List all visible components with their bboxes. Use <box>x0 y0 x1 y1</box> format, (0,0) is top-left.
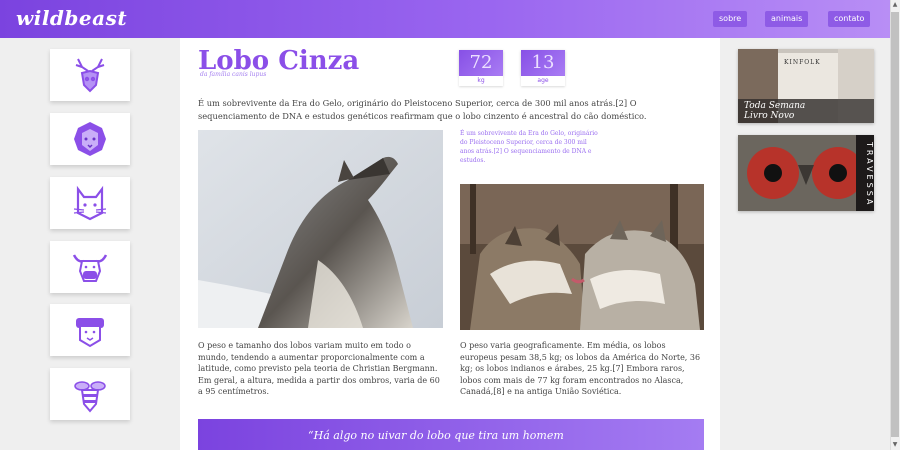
page-subtitle: da família canis lupus <box>200 71 267 78</box>
animal-sidebar <box>0 38 180 450</box>
scrollbar[interactable]: ▲ ▼ <box>890 0 900 450</box>
sidebar-item-bull[interactable] <box>50 241 130 293</box>
site-logo[interactable]: wildbeast <box>16 6 127 30</box>
sidebar-item-bee[interactable] <box>50 368 130 420</box>
sidenote: É um sobrevivente da Era do Gelo, origin… <box>460 130 598 164</box>
ad-kinfolk-caption-line2: Livro Novo <box>744 111 795 121</box>
ad-sidebar: KINFOLK Toda Semana Livro Novo TRAVESSA <box>720 38 890 450</box>
stat-age-value: 13 <box>521 50 565 76</box>
ad-travessa-label: TRAVESSA <box>856 135 874 211</box>
deer-icon <box>75 58 105 93</box>
stat-weight-unit: kg <box>459 76 503 86</box>
scrollbar-thumb[interactable] <box>891 12 899 437</box>
ad-kinfolk-caption-line1: Toda Semana <box>744 101 806 111</box>
top-header: wildbeast sobre animais contato <box>0 0 890 38</box>
bee-icon <box>74 381 106 413</box>
sidebar-item-lion[interactable] <box>50 113 130 165</box>
paragraph-left: O peso e tamanho dos lobos variam muito … <box>198 341 440 396</box>
stat-age: 13 age <box>521 50 565 86</box>
paragraph-right: O peso varia geograficamente. Em média, … <box>460 341 701 396</box>
bull-icon <box>72 254 108 282</box>
stat-weight: 72 kg <box>459 50 503 86</box>
quote-text: “Há algo no uivar do lobo que tira um ho… <box>308 429 564 442</box>
intro-paragraph: É um sobrevivente da Era do Gelo, origin… <box>198 98 647 121</box>
stat-weight-value: 72 <box>459 50 503 76</box>
lion-icon <box>74 122 106 156</box>
ad-kinfolk[interactable]: KINFOLK Toda Semana Livro Novo <box>738 49 874 123</box>
sidebar-item-sheep[interactable] <box>50 304 130 356</box>
ad-travessa[interactable]: TRAVESSA <box>738 135 874 211</box>
nav-sobre[interactable]: sobre <box>713 11 748 27</box>
wolf-howling-photo <box>198 130 443 328</box>
two-wolves-photo <box>460 184 704 330</box>
sidebar-item-deer[interactable] <box>50 49 130 101</box>
scroll-up-arrow-icon[interactable]: ▲ <box>891 0 899 10</box>
stat-age-unit: age <box>521 76 565 86</box>
ad-kinfolk-caption: Toda Semana Livro Novo <box>744 101 805 121</box>
sidebar-item-cat[interactable] <box>50 177 130 229</box>
cat-icon <box>73 185 107 221</box>
scroll-down-arrow-icon[interactable]: ▼ <box>891 440 899 450</box>
nav-contato[interactable]: contato <box>828 11 871 27</box>
nav-animais[interactable]: animais <box>765 11 809 27</box>
ad-kinfolk-brand: KINFOLK <box>784 59 821 66</box>
sheep-icon <box>76 318 104 348</box>
quote-banner: “Há algo no uivar do lobo que tira um ho… <box>198 419 704 450</box>
article: Lobo Cinza da família canis lupus 72 kg … <box>180 38 720 450</box>
